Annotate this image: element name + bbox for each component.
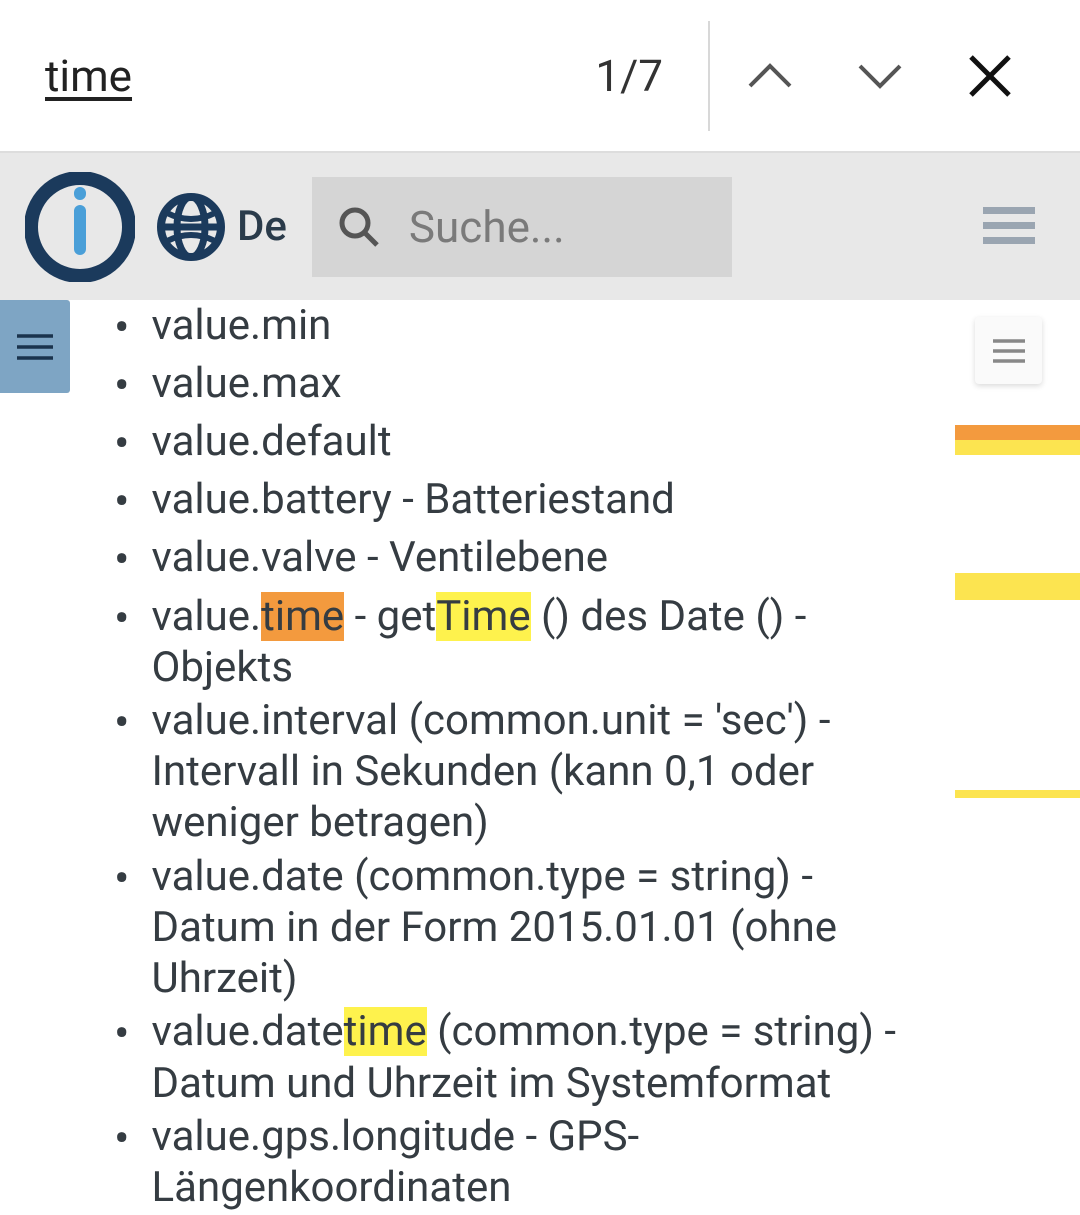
- scroll-marker: [955, 440, 1080, 455]
- main-menu-button[interactable]: [983, 205, 1035, 249]
- close-icon: [967, 53, 1013, 99]
- scrollbar-find-markers: [953, 300, 1080, 1188]
- list-item: value.min: [110, 300, 940, 356]
- find-close-button[interactable]: [935, 0, 1045, 151]
- list-item: value.gps.longitude - GPS-Längenkoordina…: [110, 1111, 940, 1213]
- find-prev-button[interactable]: [715, 0, 825, 151]
- list-item: value.time - getTime () des Date () - Ob…: [110, 591, 940, 693]
- list-item: value.max: [110, 358, 940, 414]
- scroll-marker-active: [955, 425, 1080, 440]
- scroll-marker: [955, 585, 1080, 600]
- find-input[interactable]: time: [45, 50, 595, 102]
- divider: [708, 21, 710, 131]
- list-item: value.valve - Ventilebene: [110, 532, 940, 588]
- language-label: De: [237, 202, 287, 251]
- search-placeholder: Suche...: [409, 201, 565, 253]
- find-count: 1/7: [595, 50, 663, 102]
- site-logo[interactable]: [5, 172, 155, 282]
- list-item: value.battery - Batteriestand: [110, 474, 940, 530]
- find-match: time: [344, 1007, 427, 1056]
- language-selector[interactable]: De: [155, 191, 287, 263]
- left-sidebar-toggle[interactable]: [0, 300, 70, 393]
- list-item: value.default: [110, 416, 940, 472]
- find-match-active: time: [261, 592, 344, 641]
- site-header: De Suche...: [0, 153, 1080, 300]
- scroll-marker: [955, 790, 1080, 798]
- chevron-up-icon: [745, 61, 795, 91]
- iobroker-logo-icon: [25, 172, 135, 282]
- hamburger-icon: [983, 205, 1035, 245]
- site-search[interactable]: Suche...: [312, 177, 732, 277]
- search-icon: [337, 205, 381, 249]
- find-match: Time: [436, 592, 530, 641]
- chevron-down-icon: [855, 61, 905, 91]
- list-item: value.datetime (common.type = string) - …: [110, 1006, 940, 1108]
- list-item: value.date (common.type = string) - Datu…: [110, 851, 940, 1005]
- find-next-button[interactable]: [825, 0, 935, 151]
- doc-content: value.min value.max value.default value.…: [110, 300, 940, 1215]
- list-item: value.interval (common.unit = 'sec') - I…: [110, 695, 940, 849]
- globe-icon: [155, 191, 227, 263]
- hamburger-icon: [15, 332, 55, 362]
- find-in-page-bar: time 1/7: [0, 0, 1080, 153]
